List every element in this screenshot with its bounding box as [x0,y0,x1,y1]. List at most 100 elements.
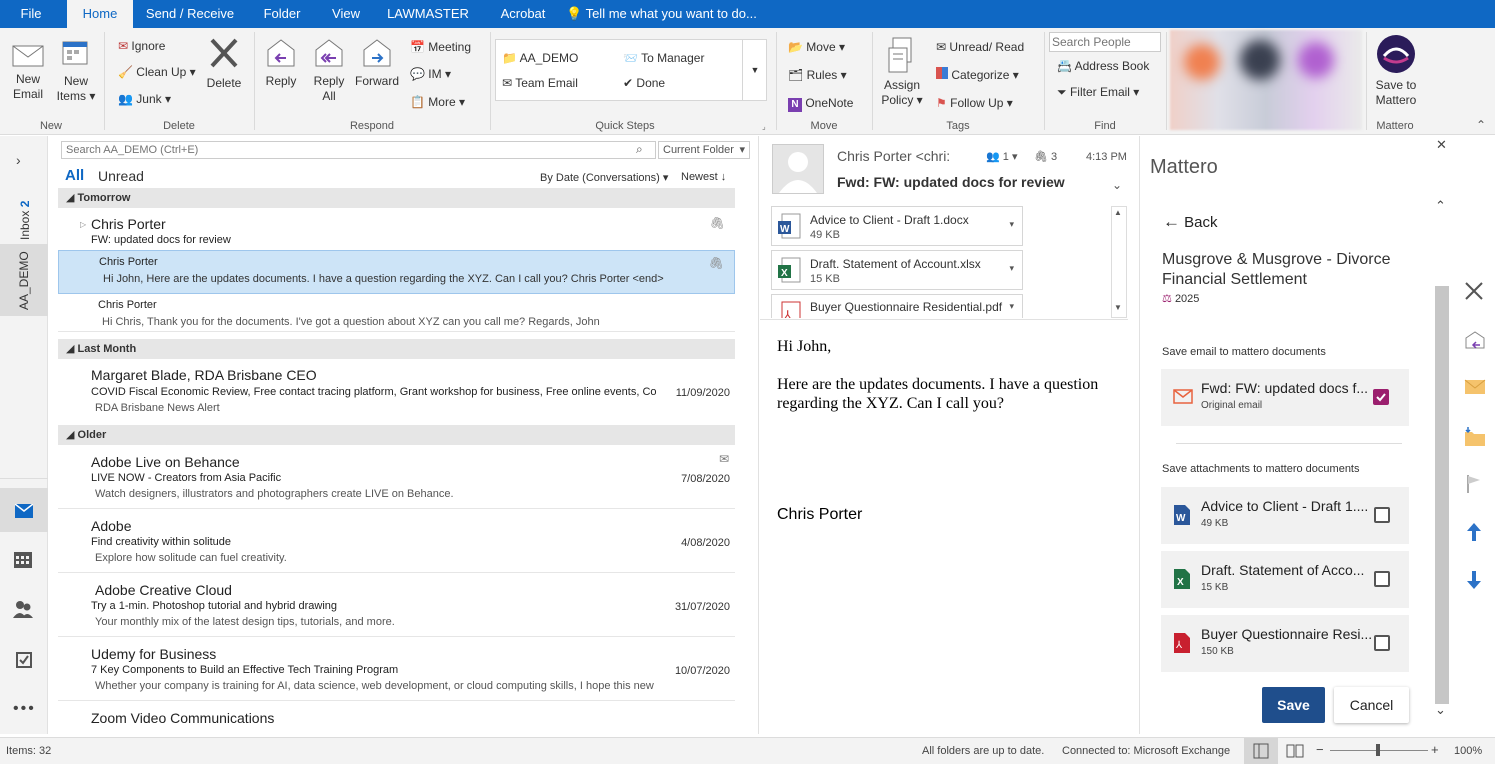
calendar-module-button[interactable] [14,552,32,571]
list-item[interactable]: Adobe Find creativity within solitude Ex… [58,509,735,573]
meeting-button[interactable]: 📅 Meeting [410,39,471,55]
scroll-down-arrow-icon[interactable]: ▼ [1114,303,1122,312]
save-button[interactable]: Save [1262,687,1325,723]
zoom-in-button[interactable]: + [1431,742,1439,757]
sort-by-dropdown[interactable]: By Date (Conversations) ▾ [540,171,668,184]
list-item[interactable]: ▷ Chris Porter FW: updated docs for revi… [58,208,735,250]
scroll-up-arrow-icon[interactable]: ▲ [1114,208,1122,217]
attachment-card[interactable]: ⅄ Buyer Questionnaire Resi... 150 KB [1161,615,1409,672]
reply-all-button[interactable]: Reply All [308,36,350,104]
collapse-ribbon-icon[interactable]: ⌃ [1476,118,1486,132]
dialog-launcher-icon[interactable]: ⌟ [762,122,766,131]
search-people-input[interactable] [1049,32,1161,52]
categorize-button[interactable]: Categorize ▾ [936,67,1019,83]
attachment-card[interactable]: W Advice to Client - Draft 1.... 49 KB [1161,487,1409,544]
expand-header-chevron-icon[interactable]: ⌄ [1112,178,1122,192]
attachment-checkbox[interactable] [1374,507,1390,523]
zoom-level[interactable]: 100% [1454,745,1482,757]
more-respond-button[interactable]: 📋 More ▾ [410,94,465,110]
rules-button[interactable]: 🗂 Rules ▾ [788,67,847,83]
filter-email-button[interactable]: ⏷ Filter Email ▾ [1057,84,1139,100]
reading-view-icon[interactable] [1286,743,1304,759]
list-item[interactable]: Chris Porter Hi Chris, Thank you for the… [58,294,735,332]
onenote-button[interactable]: N OneNote [788,95,853,112]
reply-button[interactable]: Reply [260,36,302,89]
expand-conversation-icon[interactable]: ▷ [80,220,86,229]
flag-icon[interactable] [1466,474,1482,494]
folder-aa-demo[interactable]: AA_DEMO [0,244,48,316]
search-mailbox-input[interactable] [61,141,656,159]
forward-button[interactable]: Forward [354,36,400,89]
quickstep-aa-demo[interactable]: 📁 AA_DEMO [502,50,578,66]
new-items-button[interactable]: New Items ▾ [54,36,98,104]
attachment-chip[interactable]: W Advice to Client - Draft 1.docx 49 KB … [771,206,1023,246]
list-item-selected[interactable]: Chris Porter Hi John, Here are the updat… [58,250,735,294]
attachment-checkbox[interactable] [1374,571,1390,587]
list-item[interactable]: Margaret Blade, RDA Brisbane CEO COVID F… [58,359,735,419]
back-button[interactable]: ← Back [1163,212,1218,232]
tell-me-box[interactable]: 💡 Tell me what you want to do... [566,0,766,28]
clean-up-button[interactable]: 🧹 Clean Up ▾ [118,64,196,80]
quickstep-to-manager[interactable]: 📨 To Manager [623,50,704,66]
im-button[interactable]: 💬 IM ▾ [410,66,451,82]
quickstep-done[interactable]: ✔ Done [623,75,665,91]
attachment-chip[interactable]: X Draft. Statement of Account.xlsx 15 KB… [771,250,1023,290]
list-item[interactable]: Udemy for Business 7 Key Components to B… [58,637,735,701]
unread-read-button[interactable]: ✉ Unread/ Read [936,39,1024,55]
list-item[interactable]: Adobe Live on Behance LIVE NOW - Creator… [58,445,735,509]
tab-view[interactable]: View [322,0,370,28]
tasks-module-button[interactable] [16,650,32,671]
group-header-last-month[interactable]: ◢ Last Month [58,339,735,359]
expand-folder-pane-icon[interactable]: › [16,152,21,168]
email-checkbox-checked[interactable] [1373,389,1389,405]
group-header-older[interactable]: ◢ Older [58,425,735,445]
quick-steps-expand-button[interactable]: ▼ [742,40,767,100]
tab-acrobat[interactable]: Acrobat [487,0,559,28]
folder-inbox[interactable]: Inbox 2 [6,188,42,244]
new-email-button[interactable]: New Email [6,42,50,102]
sort-order-toggle[interactable]: Newest ↓ [681,171,726,183]
filter-unread[interactable]: Unread [98,168,144,184]
tab-home[interactable]: Home [67,0,133,28]
tab-folder[interactable]: Folder [252,0,312,28]
save-to-mattero-button[interactable]: Save to Mattero [1370,34,1422,108]
zoom-slider-thumb[interactable] [1376,744,1380,756]
attachments-scrollbar[interactable]: ▲ ▼ [1111,206,1127,318]
normal-view-button[interactable] [1244,738,1278,764]
quickstep-team-email[interactable]: ✉ Team Email [502,75,578,91]
cancel-button[interactable]: Cancel [1334,687,1409,723]
group-header-tomorrow[interactable]: ◢ Tomorrow [58,188,735,208]
move-button[interactable]: 📂 Move ▾ [788,39,845,55]
attachment-menu-chevron-icon[interactable]: ▾ [1009,263,1014,274]
arrow-down-icon[interactable] [1466,570,1482,590]
list-item[interactable]: Adobe Creative Cloud Try a 1-min. Photos… [58,573,735,637]
attachment-menu-chevron-icon[interactable]: ▾ [1009,301,1014,312]
scroll-down-chevron-icon[interactable]: ⌄ [1435,702,1446,718]
search-icon[interactable]: ⌕ [636,142,643,157]
email-card[interactable]: Fwd: FW: updated docs f... Original emai… [1161,369,1409,426]
tab-file[interactable]: File [0,0,62,28]
scrollbar-thumb[interactable] [1435,286,1449,704]
list-item[interactable]: Zoom Video Communications [58,701,735,734]
people-module-button[interactable] [13,600,33,621]
close-x-icon[interactable] [1464,281,1484,301]
attachment-chip[interactable]: ⅄ Buyer Questionnaire Residential.pdf ▾ [771,294,1023,318]
reply-envelope-icon[interactable] [1464,330,1486,352]
mail-module-button[interactable] [0,488,48,532]
attachment-card[interactable]: X Draft. Statement of Acco... 15 KB [1161,551,1409,608]
attachment-checkbox[interactable] [1374,635,1390,651]
ignore-button[interactable]: ✉ Ignore [118,38,165,54]
tab-lawmaster[interactable]: LAWMASTER [383,0,473,28]
move-to-folder-icon[interactable] [1464,426,1486,448]
more-modules-icon[interactable]: ••• [13,700,36,718]
close-pane-icon[interactable]: ✕ [1436,137,1447,153]
pane-scrollbar[interactable] [1435,286,1449,704]
attachment-menu-chevron-icon[interactable]: ▾ [1009,219,1014,230]
scroll-up-chevron-icon[interactable]: ⌃ [1435,198,1446,214]
sender-name[interactable]: Chris Porter <chri: [837,148,967,164]
envelope-icon[interactable] [1464,379,1486,395]
delete-button[interactable]: Delete [202,36,246,91]
junk-button[interactable]: 👥 Junk ▾ [118,91,171,107]
zoom-out-button[interactable]: − [1316,742,1324,757]
search-scope-dropdown[interactable]: Current Folder ▾ [658,141,750,159]
